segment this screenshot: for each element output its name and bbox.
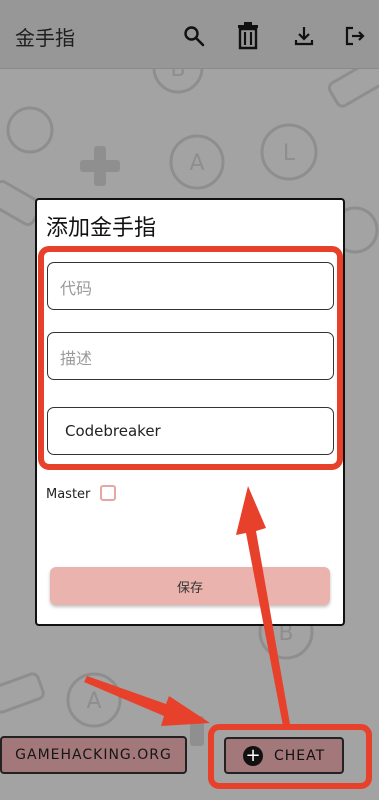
save-button-label: 保存 (176, 581, 203, 596)
svg-text:L: L (283, 141, 296, 166)
cheat-type-select[interactable]: Codebreaker (47, 407, 334, 455)
download-icon[interactable] (292, 24, 316, 48)
gamehacking-label: GAMEHACKING.ORG (15, 747, 172, 763)
cheat-type-value: Codebreaker (65, 422, 161, 440)
description-input[interactable]: 描述 (47, 332, 334, 380)
cheat-label: CHEAT (274, 748, 326, 764)
dialog-title: 添加金手指 (46, 216, 157, 241)
app-title: 金手指 (15, 26, 75, 50)
master-checkbox[interactable] (100, 485, 116, 501)
add-cheat-button[interactable]: + CHEAT (224, 737, 344, 774)
plus-icon: + (243, 746, 263, 766)
save-button[interactable]: 保存 (50, 567, 330, 605)
code-placeholder: 代码 (60, 279, 93, 298)
svg-text:A: A (86, 689, 101, 714)
gamehacking-button[interactable]: GAMEHACKING.ORG (0, 736, 187, 774)
description-placeholder: 描述 (60, 349, 93, 368)
add-cheat-dialog: 添加金手指 代码 描述 Codebreaker Master 保存 (35, 198, 345, 626)
svg-text:A: A (189, 151, 204, 176)
exit-icon[interactable] (343, 24, 367, 48)
master-label: Master (46, 487, 91, 502)
code-input[interactable]: 代码 (47, 262, 334, 310)
trash-icon[interactable] (236, 22, 260, 50)
app-bar: 金手指 (0, 0, 379, 69)
search-icon[interactable] (182, 24, 206, 48)
